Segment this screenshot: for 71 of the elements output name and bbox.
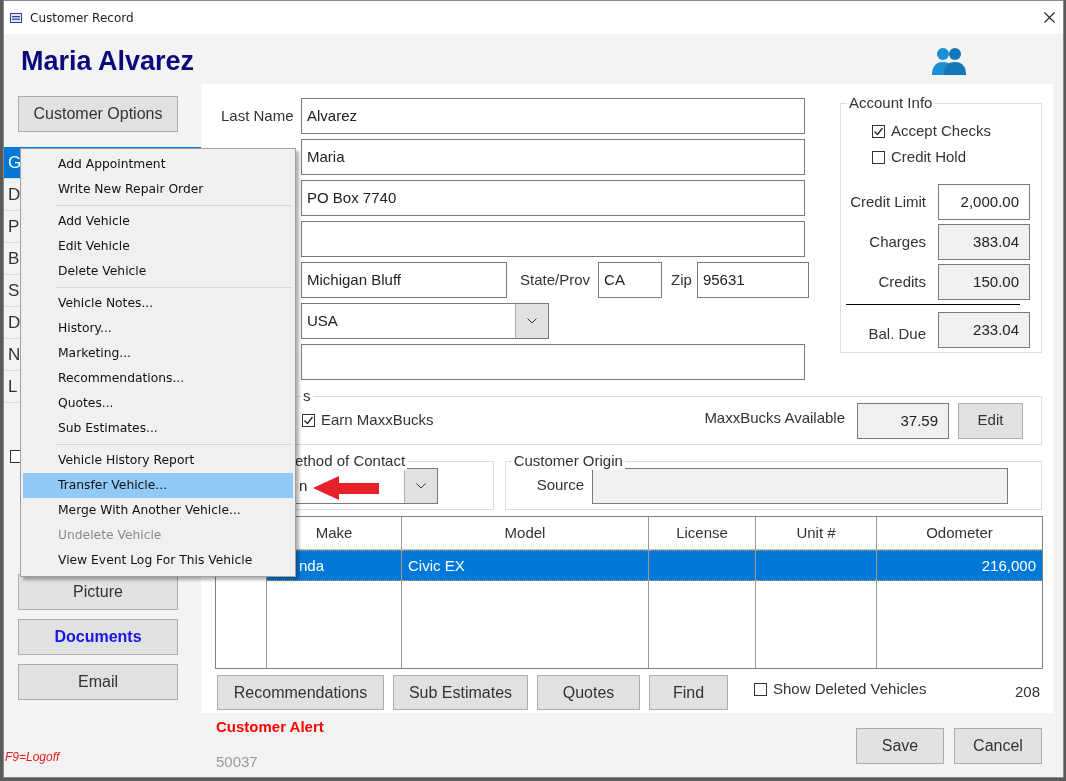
menu-item[interactable]: Write New Repair Order — [23, 177, 293, 202]
menu-item[interactable]: History... — [23, 316, 293, 341]
menu-item[interactable]: Recommendations... — [23, 366, 293, 391]
vehicle-button[interactable]: Find — [649, 675, 728, 710]
country-dropdown[interactable]: USA — [301, 303, 549, 339]
menu-item[interactable]: Transfer Vehicle... — [23, 473, 293, 498]
amount-field[interactable]: 2,000.00 — [938, 184, 1030, 220]
vehicle-button[interactable]: Quotes — [537, 675, 640, 710]
field-label: Source — [536, 475, 585, 496]
maxxbucks-field: 37.59 — [857, 402, 949, 439]
checkbox[interactable] — [872, 124, 885, 138]
checkbox-label: Accept Checks — [891, 120, 992, 141]
menu-item[interactable]: Delete Vehicle — [23, 259, 293, 284]
menu-item[interactable]: Sub Estimates... — [23, 416, 293, 441]
dialog-button[interactable]: Cancel — [954, 728, 1042, 764]
table-cell: 216,000 — [877, 550, 1042, 581]
menu-item[interactable]: Add Vehicle — [23, 209, 293, 234]
group-label: ethod of Contact — [293, 452, 408, 470]
customer-name: Maria Alvarez — [21, 47, 195, 75]
checkbox-label: Show Deleted Vehicles — [773, 679, 927, 700]
input-field[interactable]: PO Box 7740 — [301, 180, 805, 216]
menu-item[interactable]: Vehicle History Report — [23, 448, 293, 473]
people-icon — [932, 47, 966, 75]
side-button[interactable]: Email — [18, 664, 178, 700]
amount-field: 233.04 — [938, 312, 1030, 348]
source-field[interactable] — [592, 467, 1009, 504]
chevron-down-icon — [527, 318, 537, 324]
customer-id: 50037 — [216, 751, 259, 772]
arrow-icon — [313, 476, 379, 500]
menu-item[interactable]: Vehicle Notes... — [23, 291, 293, 316]
input-field[interactable] — [301, 344, 805, 380]
group-label: Customer Origin — [511, 452, 625, 470]
window-title: Customer Record — [30, 9, 134, 27]
side-button[interactable]: Documents — [18, 619, 178, 655]
input-field[interactable]: CA — [598, 262, 663, 298]
amount-field: 150.00 — [938, 264, 1030, 300]
logoff-hint: F9=Logoff — [5, 749, 62, 766]
edit-button[interactable]: Edit — [958, 402, 1023, 439]
vehicle-count: 208 — [1014, 682, 1040, 703]
menu-item[interactable]: Quotes... — [23, 391, 293, 416]
checkbox[interactable] — [302, 414, 315, 427]
checkbox[interactable] — [872, 150, 885, 164]
vehicle-button[interactable]: Recommendations — [217, 675, 384, 710]
input-field[interactable]: Alvarez — [301, 98, 805, 134]
amount-label: Bal. Due — [867, 323, 926, 344]
close-icon[interactable] — [1044, 12, 1055, 23]
amount-label: Credits — [877, 271, 926, 292]
checkbox-label: Credit Hold — [891, 146, 967, 167]
field-label: State/Prov — [520, 270, 591, 290]
checkbox[interactable] — [754, 683, 767, 696]
checkbox-label: Earn MaxxBucks — [321, 410, 434, 431]
vehicle-button[interactable]: Sub Estimates — [393, 675, 528, 710]
customer-options-button[interactable]: Customer Options — [18, 96, 178, 132]
input-field[interactable]: Michigan Bluff — [301, 262, 507, 298]
amount-label: Charges — [868, 231, 926, 252]
amount-label: Credit Limit — [849, 191, 926, 212]
field-label: Zip — [671, 270, 692, 290]
window-icon — [10, 12, 22, 23]
chevron-down-icon — [416, 482, 426, 489]
input-field[interactable]: Maria — [301, 139, 805, 175]
input-field[interactable] — [301, 221, 805, 257]
input-field[interactable]: 95631 — [696, 262, 809, 298]
table-cell: Civic EX — [402, 550, 648, 581]
amount-field: 383.04 — [938, 224, 1030, 260]
maxxbucks-label: MaxxBucks Available — [704, 408, 845, 429]
field-label: Last Name — [221, 106, 294, 124]
menu-item[interactable]: Add Appointment — [23, 152, 293, 177]
menu-item[interactable]: Marketing... — [23, 341, 293, 366]
dialog-button[interactable]: Save — [856, 728, 944, 764]
alert-label: Customer Alert — [216, 717, 324, 737]
menu-item[interactable]: Edit Vehicle — [23, 234, 293, 259]
